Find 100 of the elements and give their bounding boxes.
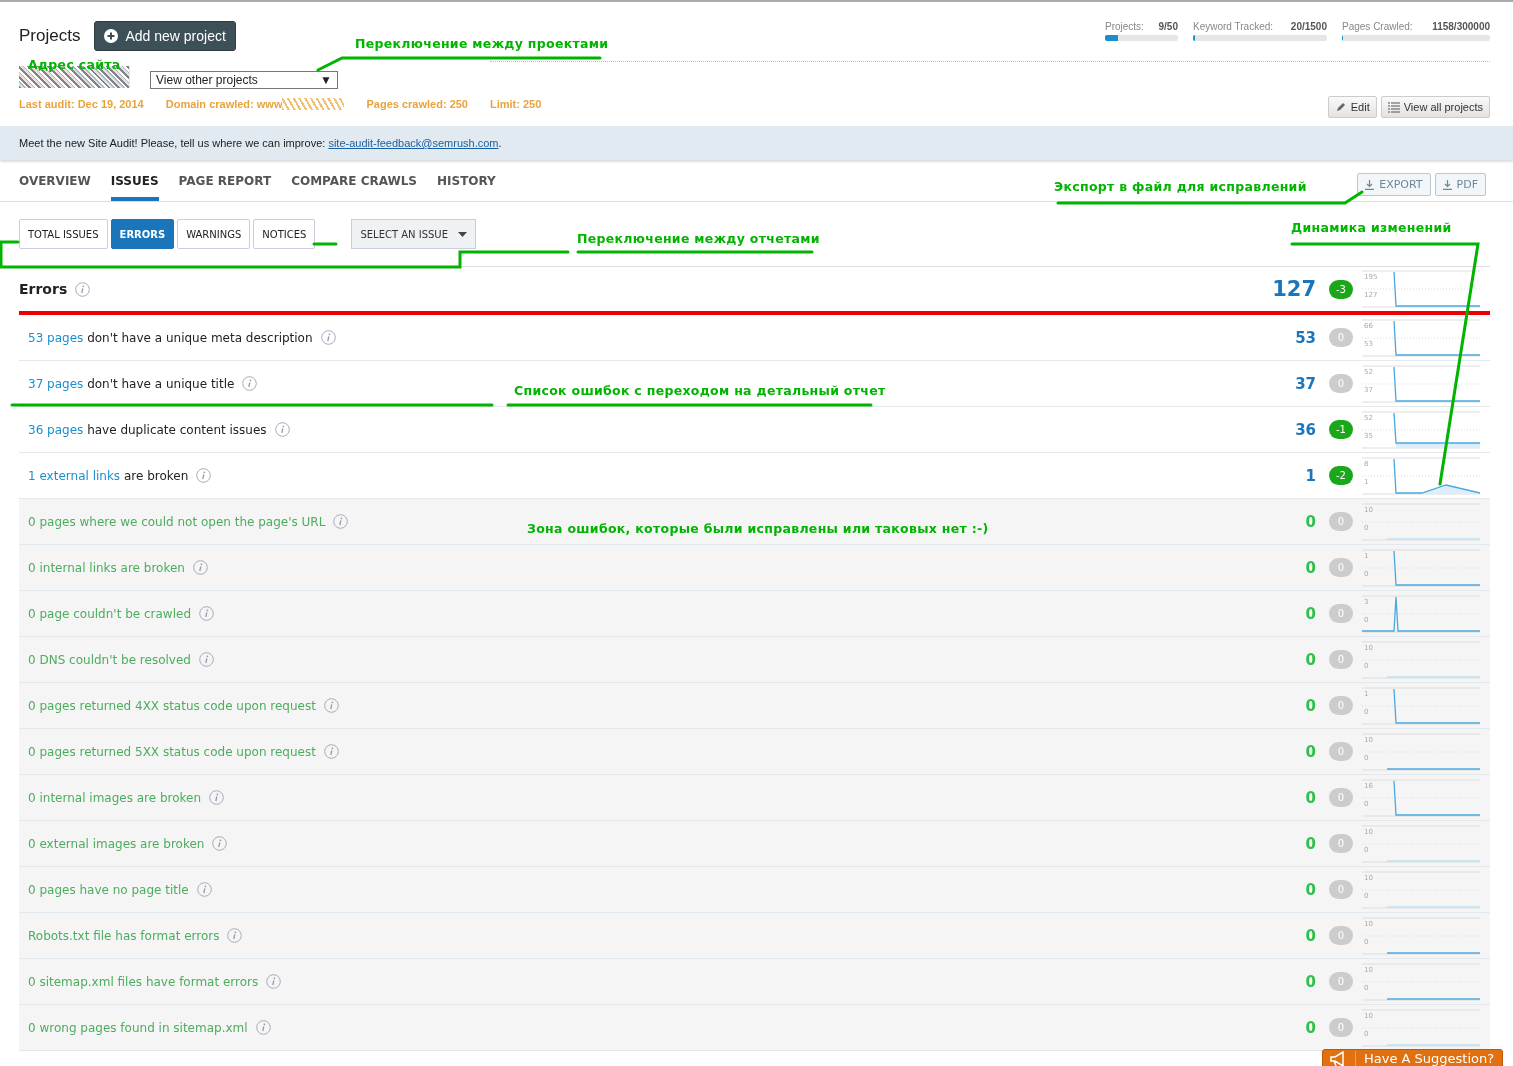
issue-count: 0 xyxy=(1304,650,1316,669)
issue-text: 0 pages have no page title xyxy=(28,882,189,897)
audit-info-text: Limit: 250 xyxy=(490,98,542,110)
info-icon[interactable] xyxy=(75,281,91,297)
issue-text: Robots.txt file has format errors xyxy=(28,928,220,943)
change-count: -2 xyxy=(1329,466,1353,485)
page-title: Projects xyxy=(19,26,81,46)
limit-value: 1158/300000 xyxy=(1432,21,1490,32)
info-icon[interactable] xyxy=(196,882,212,897)
download-icon xyxy=(1365,179,1375,190)
issue-count: 0 xyxy=(1304,880,1316,899)
issue-count: 37 xyxy=(1294,374,1316,393)
info-icon[interactable] xyxy=(323,698,339,713)
info-icon[interactable] xyxy=(274,422,290,437)
info-icon[interactable] xyxy=(323,744,339,759)
export-button[interactable]: PDF xyxy=(1434,173,1486,196)
issue-link[interactable]: 36 pages xyxy=(28,422,84,437)
download-icon xyxy=(1442,179,1452,190)
issue-text: 53 pages don't have a unique meta description xyxy=(28,330,313,345)
issue-count: 0 xyxy=(1304,972,1316,991)
issue-text: 37 pages don't have a unique title xyxy=(28,376,235,391)
info-icon[interactable] xyxy=(333,514,349,529)
issue-count: 0 xyxy=(1304,558,1316,577)
issue-text: 0 internal links are broken xyxy=(28,560,185,575)
issue-text: 0 pages returned 4XX status code upon request xyxy=(28,698,316,713)
info-icon[interactable] xyxy=(199,606,214,621)
info-icon[interactable] xyxy=(242,376,258,391)
export-button[interactable]: EXPORT xyxy=(1357,173,1431,196)
limit-value: 9/50 xyxy=(1158,21,1178,32)
plus-icon xyxy=(104,29,119,43)
issue-link[interactable]: 37 pages xyxy=(28,376,84,391)
issue-count: 0 xyxy=(1304,512,1316,531)
section-title: Errors xyxy=(19,281,68,297)
limit-label: Pages Crawled: xyxy=(1342,21,1413,32)
annotation-text: Зона ошибок, которые были исправлены или таковых нет :-) xyxy=(527,521,989,536)
project-dropdown[interactable]: View other projects ▼ xyxy=(150,71,338,89)
nav-tab[interactable]: PAGE REPORT xyxy=(178,174,272,201)
info-icon[interactable] xyxy=(320,330,336,345)
issue-text: 0 DNS couldn't be resolved xyxy=(28,652,191,667)
caret-icon xyxy=(458,231,467,237)
filter-tab[interactable]: TOTAL ISSUES xyxy=(19,219,108,249)
info-icon[interactable] xyxy=(255,1020,271,1035)
total-count: 127 xyxy=(1271,277,1316,301)
list-icon xyxy=(1387,101,1400,113)
issue-count: 0 xyxy=(1304,696,1316,715)
filter-tab[interactable]: WARNINGS xyxy=(177,219,251,249)
nav-tab[interactable]: OVERVIEW xyxy=(19,174,91,201)
banner-text: Meet the new Site Audit! Please, tell us where we can improve: site-audit-feedback@semrush.com. xyxy=(19,137,502,149)
issue-text: 0 pages where we could not open the page's URL xyxy=(28,514,326,529)
info-icon[interactable] xyxy=(227,928,243,943)
issue-count: 0 xyxy=(1304,834,1316,853)
issue-link[interactable]: 53 pages xyxy=(28,330,84,345)
issue-count: 36 xyxy=(1294,420,1316,439)
annotation-text: Список ошибок с переходом на детальный отчет xyxy=(514,383,886,398)
info-icon[interactable] xyxy=(192,560,208,575)
issue-count: 53 xyxy=(1294,328,1316,347)
issue-text: 1 external links are broken xyxy=(28,468,189,483)
nav-tab[interactable]: ISSUES xyxy=(110,174,159,201)
issue-text: 0 sitemap.xml files have format errors xyxy=(28,974,259,989)
annotation-text: Переключение между отчетами xyxy=(577,231,820,246)
audit-info-text: Pages crawled: 250 xyxy=(366,98,468,110)
issue-count: 0 xyxy=(1304,604,1316,623)
limit-label: Keyword Tracked: xyxy=(1193,21,1274,32)
issue-count: 0 xyxy=(1304,1018,1316,1037)
nav-tab[interactable]: HISTORY xyxy=(437,174,496,201)
issue-count: 1 xyxy=(1304,466,1316,485)
issue-text: 0 wrong pages found in sitemap.xml xyxy=(28,1020,248,1035)
issue-text: 0 internal images are broken xyxy=(28,790,202,805)
info-icon[interactable] xyxy=(198,652,214,667)
change-count: -3 xyxy=(1329,279,1353,299)
limit-label: Projects: xyxy=(1105,21,1144,32)
issue-text: 36 pages have duplicate content issues xyxy=(28,422,267,437)
annotation-text: Динамика изменений xyxy=(1291,220,1452,235)
info-icon[interactable] xyxy=(212,836,228,851)
info-icon[interactable] xyxy=(209,790,225,805)
issue-text: 0 page couldn't be crawled xyxy=(28,606,191,621)
filter-tab[interactable]: NOTICES xyxy=(253,219,316,249)
limit-value: 20/1500 xyxy=(1290,21,1327,32)
info-icon[interactable] xyxy=(196,468,212,483)
annotation-text: Адрес сайта xyxy=(28,57,121,72)
info-icon[interactable] xyxy=(266,974,282,989)
feedback-email-link[interactable]: site-audit-feedback@semrush.com xyxy=(328,137,499,149)
issue-count: 0 xyxy=(1304,788,1316,807)
audit-info-text: Last audit: Dec 19, 2014 xyxy=(19,98,144,110)
issue-dropdown[interactable]: SELECT AN ISSUE xyxy=(351,219,476,249)
add-project-button[interactable]: Add new project xyxy=(94,21,236,51)
annotation-text: Переключение между проектами xyxy=(355,36,609,51)
view-all-projects-button[interactable]: View all projects xyxy=(1380,96,1490,118)
annotation-text: Экспорт в файл для исправлений xyxy=(1054,179,1307,194)
nav-tab[interactable]: COMPARE CRAWLS xyxy=(291,174,417,201)
issue-count: 0 xyxy=(1304,926,1316,945)
issue-link[interactable]: 1 external links xyxy=(28,468,121,483)
issue-text: 0 external images are broken xyxy=(28,836,205,851)
change-count: -1 xyxy=(1329,420,1353,439)
issue-text: 0 pages returned 5XX status code upon request xyxy=(28,744,316,759)
filter-tab[interactable]: ERRORS xyxy=(110,219,175,249)
edit-button[interactable]: Edit xyxy=(1327,96,1377,118)
audit-info-text: Domain crawled: www xyxy=(165,98,283,110)
pencil-icon xyxy=(1334,101,1347,113)
issue-count: 0 xyxy=(1304,742,1316,761)
